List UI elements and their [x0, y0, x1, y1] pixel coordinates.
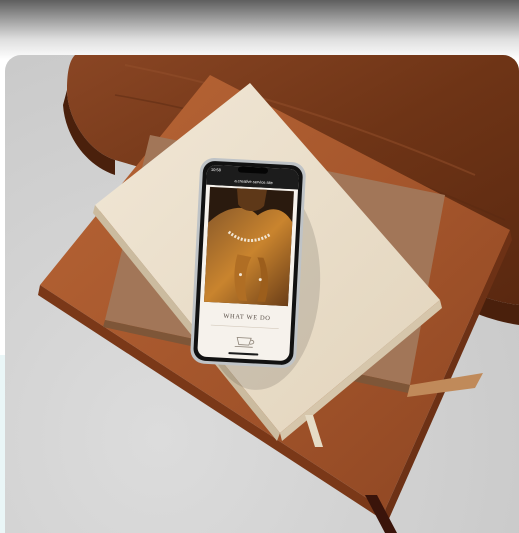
top-gradient-shade — [0, 0, 519, 60]
necklace-model-image — [204, 186, 294, 307]
product-photo-card: 10:58 a.creative.service.site WHAT WE DO — [5, 55, 519, 533]
smartphone: 10:58 a.creative.service.site WHAT WE DO — [190, 158, 306, 368]
phone-status-time: 10:58 — [211, 167, 222, 173]
phone-on-books-photo: 10:58 a.creative.service.site WHAT WE DO — [38, 55, 519, 533]
